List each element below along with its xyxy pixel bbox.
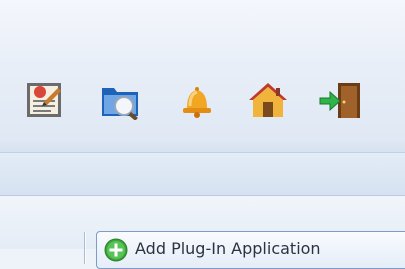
home-icon[interactable] [246, 80, 290, 120]
green-plus-icon [104, 238, 128, 266]
main-toolbar [0, 0, 405, 153]
bell-icon[interactable] [177, 80, 217, 120]
exit-door-icon[interactable] [318, 80, 364, 120]
secondary-bar [0, 153, 405, 196]
folder-search-icon[interactable] [100, 80, 142, 120]
add-plugin-application-button[interactable]: Add Plug-In Application [96, 231, 405, 269]
toolbar-separator [84, 232, 85, 264]
document-edit-icon[interactable] [24, 80, 64, 120]
